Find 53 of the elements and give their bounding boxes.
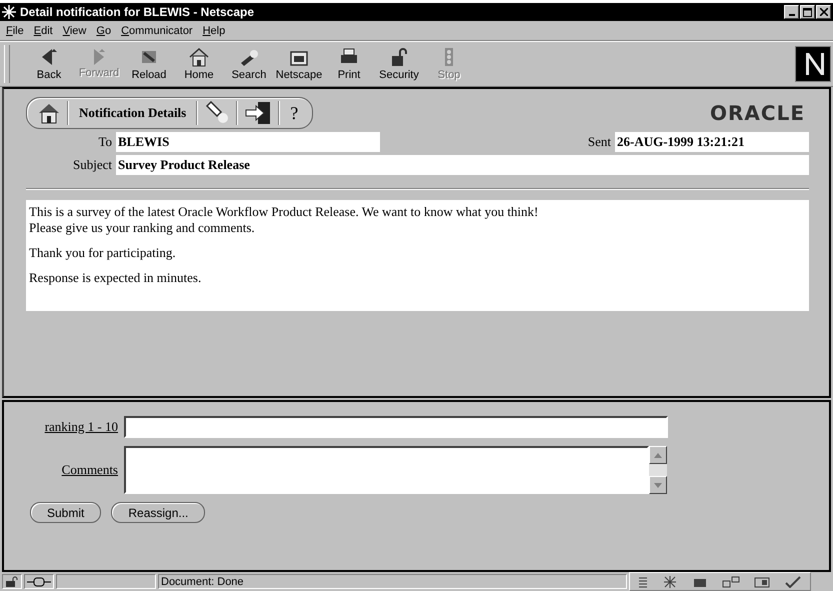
to-field: BLEWIS (116, 132, 380, 152)
house-icon (188, 47, 210, 67)
toolbar-button[interactable]: Reload (124, 47, 174, 81)
message-paragraph: Thank you for participating. (29, 245, 177, 261)
house-icon[interactable] (37, 102, 61, 124)
comments-link[interactable]: Comments (30, 462, 118, 478)
toolbar-button[interactable]: Home (174, 47, 224, 81)
forward-arrow-icon (94, 49, 104, 65)
page-title: Notification Details (78, 105, 188, 121)
toolbar-button[interactable]: Netscape (274, 47, 324, 81)
form-button[interactable]: Submit (30, 502, 102, 523)
netscape-logo (795, 46, 831, 82)
message-paragraph: This is a survey of the latest Oracle Workflow Product Release. We want to know what you think! Please give us your ranking and comments. (29, 204, 540, 236)
minimize-button[interactable] (784, 5, 799, 19)
card-icon[interactable] (754, 576, 770, 588)
menu-item[interactable]: Go (96, 24, 112, 36)
menu-item[interactable]: Communicator (121, 24, 193, 36)
netscape-star-icon (2, 5, 16, 19)
up-arrow-icon (654, 452, 662, 458)
field-label: To (97, 134, 113, 150)
toolbar-button[interactable]: Search (224, 47, 274, 81)
scroll-down-button[interactable] (649, 476, 667, 494)
status-text: Document: Done (158, 574, 627, 589)
star-icon[interactable] (662, 576, 678, 588)
toolbar-button[interactable]: Back (24, 47, 74, 81)
field-label: Subject (72, 157, 113, 173)
menu-item[interactable]: Edit (34, 24, 53, 36)
maximize-button[interactable] (800, 5, 815, 19)
ranking-link[interactable]: ranking 1 - 10 (30, 419, 118, 435)
comments-field[interactable] (124, 446, 649, 494)
menu-item[interactable]: Help (202, 24, 226, 36)
close-icon (820, 8, 828, 16)
maximize-icon (803, 8, 812, 16)
plug-icon (27, 576, 51, 586)
toolbar-button[interactable]: Security (374, 47, 424, 81)
scroll-up-button[interactable] (649, 446, 667, 464)
window-title: Detail notification for BLEWIS - Netscape (20, 5, 256, 19)
form-button[interactable]: Reassign... (111, 502, 206, 523)
oracle-logo: ORACLE (710, 101, 805, 125)
subject-field: Survey Product Release (116, 155, 809, 175)
list-icon[interactable] (638, 576, 648, 588)
help-button[interactable]: ? (286, 102, 302, 124)
exit-door-icon[interactable] (244, 101, 272, 125)
down-arrow-icon (654, 482, 662, 488)
close-button[interactable] (816, 5, 831, 19)
ranking-field[interactable] (124, 416, 668, 438)
toolbar-button[interactable]: Print (324, 47, 374, 81)
message-paragraph: Response is expected in minutes. (29, 270, 202, 286)
sent-field: 26-AUG-1999 13:21:21 (615, 132, 809, 152)
menu-item[interactable]: File (6, 24, 24, 36)
field-label: Sent (586, 134, 612, 150)
padlock-icon (5, 576, 19, 587)
menu-item[interactable]: View (62, 24, 86, 36)
